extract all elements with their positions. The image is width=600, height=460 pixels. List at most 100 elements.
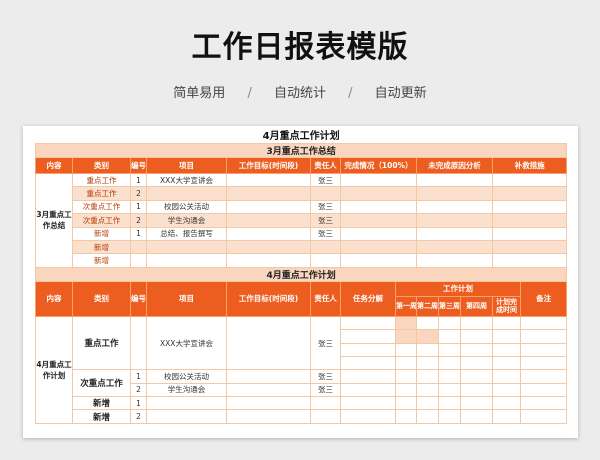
- plan-col-content[interactable]: 内容: [35, 280, 73, 317]
- table-cell[interactable]: [492, 315, 521, 331]
- table-cell[interactable]: [519, 342, 568, 357]
- table-cell[interactable]: 2: [130, 213, 147, 228]
- week-1-header[interactable]: 第一周: [395, 295, 417, 317]
- table-cell[interactable]: [519, 396, 568, 411]
- table-cell[interactable]: [226, 226, 311, 241]
- table-cell[interactable]: 张三: [310, 172, 341, 188]
- table-cell[interactable]: [310, 186, 341, 201]
- table-cell[interactable]: 重点工作: [72, 186, 131, 201]
- gantt-cell[interactable]: [395, 409, 417, 424]
- table-cell[interactable]: [130, 239, 147, 255]
- table-cell[interactable]: 1: [130, 396, 147, 411]
- table-cell[interactable]: 张三: [310, 199, 341, 215]
- gantt-cell[interactable]: [416, 369, 439, 384]
- col-no[interactable]: 编号: [130, 157, 147, 174]
- table-cell[interactable]: [340, 342, 396, 357]
- table-cell[interactable]: [519, 382, 568, 398]
- table-cell[interactable]: 次重点工作: [72, 213, 131, 228]
- gantt-cell[interactable]: [438, 396, 461, 411]
- table-cell[interactable]: 学生沟通会: [146, 213, 227, 228]
- table-cell[interactable]: [226, 409, 311, 424]
- table-cell[interactable]: 张三: [310, 369, 341, 384]
- table-cell[interactable]: [492, 329, 521, 344]
- table-cell[interactable]: [130, 315, 147, 371]
- gantt-cell[interactable]: [460, 315, 493, 331]
- gantt-cell[interactable]: [416, 355, 439, 371]
- table-cell[interactable]: [340, 369, 396, 384]
- table-cell[interactable]: [519, 409, 568, 424]
- table-cell[interactable]: [416, 186, 493, 201]
- table-cell[interactable]: [226, 369, 311, 384]
- table-cell[interactable]: [340, 186, 417, 201]
- table-cell[interactable]: [492, 396, 521, 411]
- table-cell[interactable]: 1: [130, 369, 147, 384]
- table-cell[interactable]: 1: [130, 226, 147, 241]
- gantt-cell[interactable]: [395, 382, 417, 398]
- gantt-cell[interactable]: [395, 396, 417, 411]
- table-cell[interactable]: 新增: [72, 239, 131, 255]
- table-cell[interactable]: [226, 186, 311, 201]
- table-cell[interactable]: [226, 239, 311, 255]
- table-cell[interactable]: [146, 239, 227, 255]
- gantt-cell[interactable]: [395, 315, 417, 331]
- plan-col-owner[interactable]: 责任人: [310, 280, 341, 317]
- col-reason[interactable]: 未完成原因分析: [416, 157, 493, 174]
- week-3-header[interactable]: 第三周: [438, 295, 461, 317]
- table-cell[interactable]: [340, 172, 417, 188]
- table-cell[interactable]: [226, 253, 311, 268]
- gantt-cell[interactable]: [416, 329, 439, 344]
- table-cell[interactable]: [340, 396, 396, 411]
- plan-col-no[interactable]: 编号: [130, 280, 147, 317]
- table-cell[interactable]: [146, 409, 227, 424]
- table-cell[interactable]: [340, 382, 396, 398]
- col-completion[interactable]: 完成情况（100%）: [340, 157, 417, 174]
- table-cell[interactable]: [226, 396, 311, 411]
- gantt-cell[interactable]: [460, 409, 493, 424]
- table-cell[interactable]: [226, 315, 311, 371]
- plan-col-work-plan[interactable]: 工作计划: [395, 280, 521, 297]
- gantt-cell[interactable]: [416, 396, 439, 411]
- table-cell[interactable]: [416, 226, 493, 241]
- gantt-cell[interactable]: [438, 355, 461, 371]
- table-cell[interactable]: 校园公关活动: [146, 199, 227, 215]
- table-cell[interactable]: [416, 199, 493, 215]
- gantt-cell[interactable]: [395, 342, 417, 357]
- table-cell[interactable]: 1: [130, 199, 147, 215]
- table-cell[interactable]: 重点工作: [72, 315, 131, 371]
- table-cell[interactable]: [492, 382, 521, 398]
- table-cell[interactable]: [340, 239, 417, 255]
- plan-col-breakdown[interactable]: 任务分解: [340, 280, 396, 317]
- table-cell[interactable]: [146, 396, 227, 411]
- col-owner[interactable]: 责任人: [310, 157, 341, 174]
- gantt-cell[interactable]: [460, 342, 493, 357]
- table-cell[interactable]: [146, 186, 227, 201]
- gantt-cell[interactable]: [460, 382, 493, 398]
- table-cell[interactable]: [340, 355, 396, 371]
- table-cell[interactable]: [519, 355, 568, 371]
- table-cell[interactable]: [416, 253, 493, 268]
- table-cell[interactable]: [492, 369, 521, 384]
- table-cell[interactable]: [146, 253, 227, 268]
- table-cell[interactable]: [491, 239, 568, 255]
- table-cell[interactable]: [491, 226, 568, 241]
- table-cell[interactable]: 1: [130, 172, 147, 188]
- table-cell[interactable]: [491, 199, 568, 215]
- table-cell[interactable]: 新增: [72, 253, 131, 268]
- table-cell[interactable]: [310, 409, 341, 424]
- week-2-header[interactable]: 第二周: [416, 295, 439, 317]
- week-4-header[interactable]: 第四周: [460, 295, 493, 317]
- gantt-cell[interactable]: [416, 342, 439, 357]
- gantt-cell[interactable]: [460, 396, 493, 411]
- table-cell[interactable]: [492, 355, 521, 371]
- table-cell[interactable]: [519, 369, 568, 384]
- col-target[interactable]: 工作目标(时间段): [226, 157, 311, 174]
- table-cell[interactable]: 总结、报告撰写: [146, 226, 227, 241]
- table-cell[interactable]: 张三: [310, 382, 341, 398]
- plan-group-label[interactable]: 4月重点工作计划: [35, 315, 73, 424]
- table-cell[interactable]: [310, 253, 341, 268]
- gantt-cell[interactable]: [416, 315, 439, 331]
- table-cell[interactable]: 张三: [310, 315, 341, 371]
- table-cell[interactable]: [310, 239, 341, 255]
- gantt-cell[interactable]: [416, 409, 439, 424]
- gantt-cell[interactable]: [395, 329, 417, 344]
